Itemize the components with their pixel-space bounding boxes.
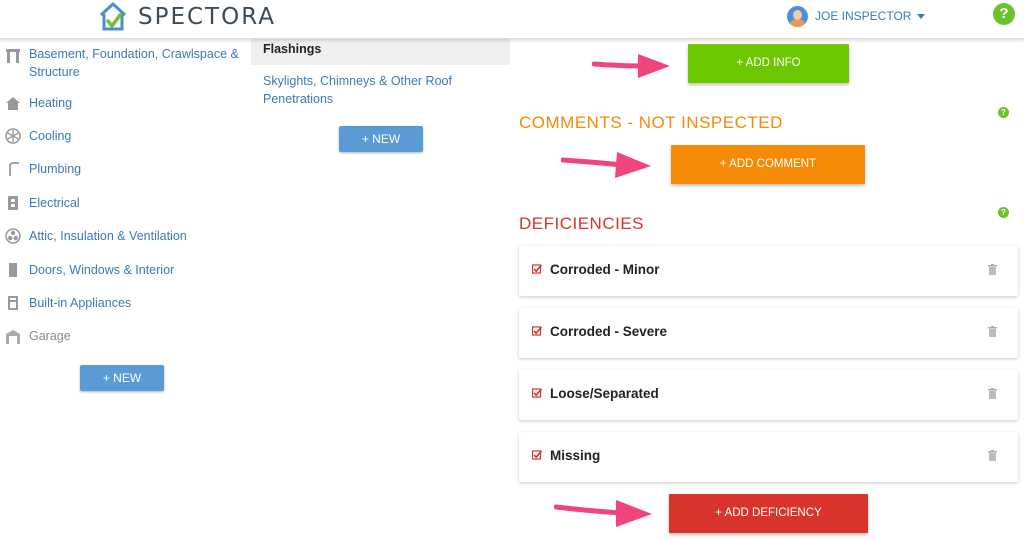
sidebar-item-doors[interactable]: Doors, Windows & Interior (0, 261, 251, 281)
deficiency-label: Corroded - Minor (550, 262, 660, 277)
outlet-icon (8, 196, 18, 210)
spectora-logo[interactable]: SPECTORA (97, 1, 276, 33)
sidebar-item-label: Cooling (29, 129, 72, 143)
item-label: Flashings (263, 42, 322, 56)
add-comment-button[interactable]: + ADD COMMENT (671, 145, 865, 184)
pipe-icon (9, 162, 19, 176)
item-skylights[interactable]: Skylights, Chimneys & Other Roof Penetra… (263, 72, 493, 108)
category-sidebar: Basement, Foundation, Crawlspace & Struc… (0, 39, 251, 540)
appliance-icon (8, 296, 18, 310)
logo-house-icon (99, 2, 127, 31)
basement-icon (6, 49, 20, 63)
add-info-button[interactable]: + ADD INFO (688, 44, 849, 83)
new-item-button[interactable]: + NEW (339, 126, 423, 152)
item-detail-panel: + ADD INFO COMMENTS - NOT INSPECTED ? + … (510, 39, 1024, 540)
sidebar-item-electrical[interactable]: Electrical (0, 194, 251, 214)
trash-icon[interactable] (988, 450, 997, 461)
annotation-arrow-icon (561, 152, 651, 178)
sidebar-item-garage[interactable]: Garage (0, 327, 251, 347)
user-menu[interactable]: JOE INSPECTOR (787, 5, 926, 27)
house-icon (6, 97, 20, 110)
item-list: Flashings Skylights, Chimneys & Other Ro… (251, 39, 510, 540)
comments-section-title: COMMENTS - NOT INSPECTED (519, 113, 783, 132)
sidebar-item-label: Heating (29, 96, 73, 110)
chevron-down-icon (917, 13, 926, 19)
sidebar-item-label: Built-in Appliances (29, 296, 132, 310)
trash-icon[interactable] (988, 388, 997, 399)
sidebar-item-attic[interactable]: Attic, Insulation & Ventilation (0, 227, 251, 247)
snowflake-icon (5, 128, 21, 144)
avatar (787, 5, 808, 27)
checkbox-checked-icon[interactable] (532, 326, 542, 336)
garage-icon (6, 330, 20, 344)
deficiency-card[interactable]: Corroded - Minor (519, 246, 1018, 296)
deficiency-card[interactable]: Loose/Separated (519, 370, 1018, 420)
sidebar-item-label: Garage (29, 329, 71, 343)
help-icon[interactable]: ? (998, 207, 1009, 218)
logo-text: SPECTORA (138, 4, 276, 30)
fan-icon (5, 228, 21, 244)
sidebar-item-label: Basement, Foundation, Crawlspace & Struc… (29, 47, 239, 79)
trash-icon[interactable] (988, 264, 997, 275)
annotation-arrow-icon (554, 500, 652, 527)
sidebar-item-heating[interactable]: Heating (0, 94, 251, 114)
deficiency-label: Corroded - Severe (550, 324, 668, 339)
sidebar-item-plumbing[interactable]: Plumbing (0, 160, 251, 180)
trash-icon[interactable] (988, 326, 997, 337)
user-name: JOE INSPECTOR (815, 9, 912, 23)
sidebar-item-appliances[interactable]: Built-in Appliances (0, 294, 251, 314)
deficiency-card[interactable]: Missing (519, 432, 1018, 482)
help-icon[interactable]: ? (993, 3, 1015, 25)
sidebar-item-label: Plumbing (29, 162, 82, 176)
sidebar-item-label: Attic, Insulation & Ventilation (29, 229, 187, 243)
checkbox-checked-icon[interactable] (532, 388, 542, 398)
checkbox-checked-icon[interactable] (532, 450, 542, 460)
checkbox-checked-icon[interactable] (532, 264, 542, 274)
add-deficiency-button[interactable]: + ADD DEFICIENCY (669, 494, 868, 533)
sidebar-item-label: Electrical (29, 196, 80, 210)
deficiency-card[interactable]: Corroded - Severe (519, 308, 1018, 358)
door-icon (9, 263, 17, 277)
sidebar-item-basement[interactable]: Basement, Foundation, Crawlspace & Struc… (0, 45, 251, 81)
annotation-arrow-icon (592, 54, 670, 78)
new-category-button[interactable]: + NEW (80, 365, 164, 391)
deficiency-label: Loose/Separated (550, 386, 659, 401)
item-flashings[interactable]: Flashings (251, 39, 510, 65)
app-header: SPECTORA JOE INSPECTOR ? (0, 0, 1024, 39)
deficiencies-section-title: DEFICIENCIES (519, 214, 645, 233)
help-icon[interactable]: ? (998, 107, 1009, 118)
sidebar-item-cooling[interactable]: Cooling (0, 127, 251, 147)
deficiency-label: Missing (550, 448, 601, 463)
sidebar-item-label: Doors, Windows & Interior (29, 263, 175, 277)
